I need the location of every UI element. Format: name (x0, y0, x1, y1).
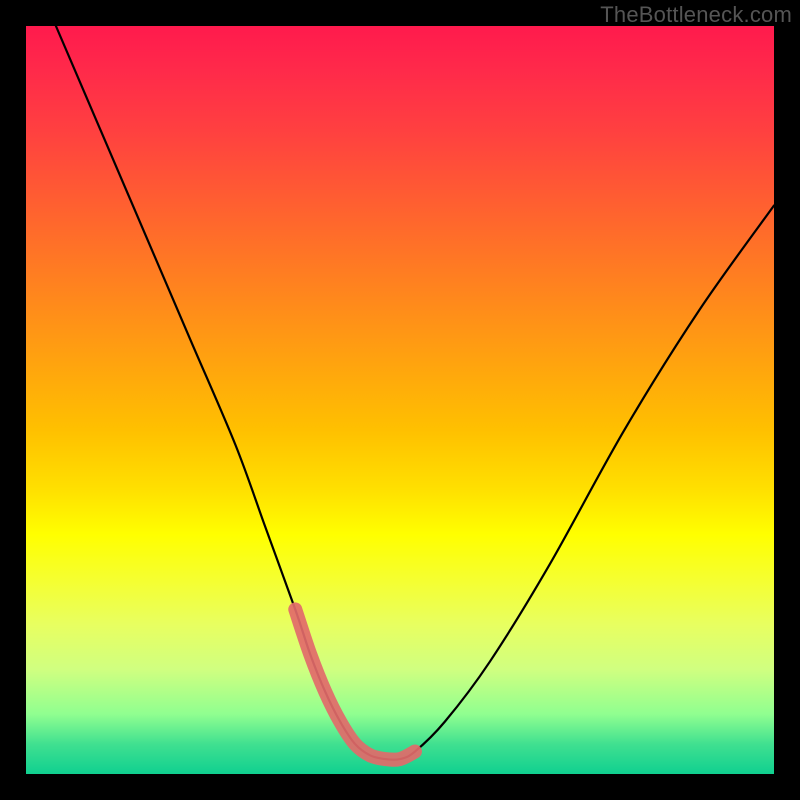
bottleneck-curve (56, 26, 774, 760)
curve-bottom-highlight (295, 609, 415, 759)
curve-svg (26, 26, 774, 774)
chart-frame: TheBottleneck.com (0, 0, 800, 800)
watermark-text: TheBottleneck.com (600, 2, 792, 28)
plot-area (26, 26, 774, 774)
